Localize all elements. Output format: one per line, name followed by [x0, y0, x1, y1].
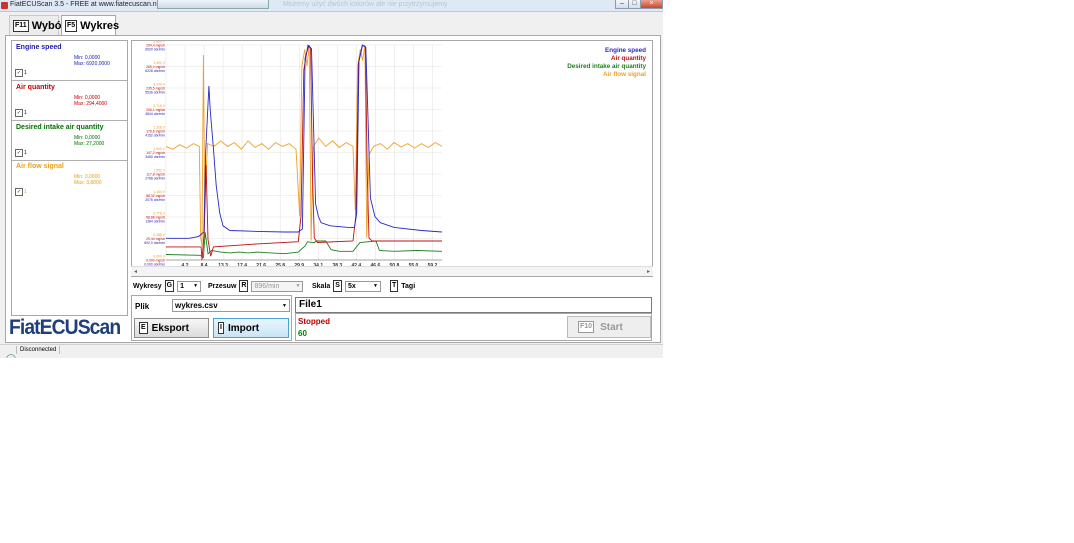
connection-status: Disconnected — [16, 346, 61, 354]
sample-count: 60 — [298, 329, 307, 338]
close-button[interactable]: × — [640, 0, 663, 9]
import-button[interactable]: I Import — [213, 318, 289, 338]
start-label: Start — [600, 321, 623, 333]
tab-wybor[interactable]: F11 Wybór — [9, 15, 66, 35]
y-tick-label: 5536 obr/min — [145, 91, 165, 95]
skala-label: Skala — [312, 282, 331, 290]
chevron-down-icon: ▼ — [373, 283, 378, 289]
start-key: F10 — [578, 321, 595, 333]
skala-key: S — [333, 280, 342, 292]
scroll-right-arrow-icon[interactable]: ▸ — [647, 268, 650, 275]
y-tick-label: 3460 obr/min — [145, 155, 165, 159]
scroll-left-arrow-icon[interactable]: ◂ — [134, 268, 137, 275]
signal-axis-number: 1 — [24, 189, 27, 195]
plik-select[interactable]: wykres.csv ▼ — [172, 299, 290, 312]
chevron-down-icon: ▼ — [193, 283, 199, 289]
series-line-desired-intake-air-quantity — [165, 232, 443, 259]
import-label: Import — [227, 322, 260, 334]
wykresy-key: G — [164, 280, 175, 292]
eksport-button[interactable]: E Eksport — [134, 318, 209, 338]
status-text: Stopped — [298, 317, 330, 326]
wykresy-label: Wykresy — [133, 282, 162, 290]
wykresy-select[interactable]: 1 ▼ — [177, 280, 202, 292]
tab-wykres-key: F5 — [65, 20, 78, 32]
connection-icon — [6, 354, 16, 358]
przesuw-select[interactable]: 896/min ▼ — [251, 280, 304, 292]
przesuw-key: R — [239, 280, 249, 292]
y-tick-label: 6228 obr/min — [145, 69, 165, 73]
tab-wykres[interactable]: F5 Wykres — [61, 15, 120, 36]
chart-horizontal-scrollbar[interactable]: ◂ ▸ — [131, 266, 653, 276]
tagi-key: T — [390, 280, 399, 292]
przesuw-label: Przesuw — [208, 282, 237, 290]
plik-label: Plik — [135, 302, 150, 311]
signal-checkbox[interactable]: ✓ — [15, 69, 23, 77]
signal-desired-intake-air-quantity[interactable]: Desired intake air quantity Min: 0,0000 … — [12, 121, 127, 161]
signal-name: Air flow signal — [16, 163, 64, 170]
y-tick-label: 2768 obr/min — [145, 177, 165, 181]
tagi-control[interactable]: T Tagi — [390, 279, 415, 293]
app-icon — [1, 2, 8, 9]
wykresy-control: Wykresy G 1 ▼ — [133, 279, 202, 293]
y-tick-label: 4152 obr/min — [145, 134, 165, 138]
session-status-panel: Stopped 60 F10 Start — [295, 313, 652, 341]
chevron-down-icon: ▼ — [295, 283, 301, 289]
signal-name: Air quantity — [16, 84, 55, 91]
start-button[interactable]: F10 Start — [567, 316, 651, 338]
session-name-field[interactable]: File1 — [295, 297, 652, 313]
signal-air-quantity[interactable]: Air quantity Min: 0,0000 Max: 294,4000 ✓… — [12, 81, 127, 121]
signal-engine-speed[interactable]: Engine speed Min: 0,0000 Max: 6920,0000 … — [12, 41, 127, 81]
signal-axis-number: 1 — [24, 150, 27, 156]
chart-area[interactable]: 4,2 8,4 13,3 17,4 21,6 25,8 29,9 34,1 38,3 42,4 46… — [131, 40, 653, 277]
signal-max: Max: 27,2000 — [74, 141, 105, 147]
signal-air-flow-signal[interactable]: Air flow signal Min: 0,0000 Max: 3,8800 … — [12, 160, 127, 199]
tagi-label: Tagi — [401, 282, 416, 290]
y-tick-label: 692,0 obr/min — [144, 241, 165, 245]
import-key: I — [218, 322, 224, 334]
y-tick-label: 6920 obr/min — [145, 48, 165, 52]
legend-entry: Air flow signal — [603, 71, 646, 78]
legend-entry: Desired intake air quantity — [567, 63, 646, 70]
eksport-key: E — [139, 322, 148, 334]
y-tick-label: 2076 obr/min — [145, 198, 165, 202]
signal-max: Max: 294,4000 — [74, 101, 108, 107]
przesuw-value: 896/min — [254, 282, 280, 290]
skala-select[interactable]: 5x ▼ — [344, 280, 381, 292]
chevron-down-icon: ▼ — [282, 302, 287, 309]
eksport-label: Eksport — [151, 322, 189, 334]
tab-wybor-key: F11 — [13, 19, 29, 32]
app-logo: FiatECUScan — [9, 316, 121, 339]
wykresy-value: 1 — [180, 282, 185, 290]
legend-entry: Engine speed — [605, 47, 646, 54]
tab-wykres-label: Wykres — [80, 20, 120, 32]
file-panel: Plik wykres.csv ▼ E Eksport I Import — [131, 295, 292, 341]
signal-name: Engine speed — [16, 44, 62, 51]
signal-name: Desired intake air quantity — [16, 124, 104, 131]
status-bar: Disconnected — [0, 344, 663, 358]
title-banner: Możemy użyć dwóch kolorów ale nie przytr… — [283, 1, 448, 8]
signal-axis-number: 1 — [24, 110, 27, 116]
signal-checkbox[interactable]: ✓ — [15, 149, 23, 157]
signal-axis-number: 1 — [24, 70, 27, 76]
title-center-button[interactable] — [157, 0, 269, 9]
skala-value: 5x — [347, 282, 356, 290]
signal-checkbox[interactable]: ✓ — [15, 109, 23, 117]
przesuw-control: Przesuw R 896/min ▼ — [208, 279, 304, 293]
chart-svg[interactable]: 4,2 8,4 13,3 17,4 21,6 25,8 29,9 34,1 38,3 42,4 46… — [132, 41, 652, 267]
signal-max: Max: 3,8800 — [74, 180, 102, 186]
app-window: FiatECUScan 3.5 - FREE at www.fiatecusca… — [0, 0, 663, 358]
title-bar: FiatECUScan 3.5 - FREE at www.fiatecusca… — [0, 0, 663, 12]
signal-checkbox[interactable]: ✓ — [15, 188, 23, 196]
signal-max: Max: 6920,0000 — [74, 61, 110, 67]
plik-value: wykres.csv — [175, 301, 218, 310]
skala-control: Skala S 5x ▼ — [312, 279, 381, 293]
y-tick-label: 1384 obr/min — [145, 220, 165, 224]
minimize-button[interactable]: – — [615, 0, 629, 9]
signal-list: Engine speed Min: 0,0000 Max: 6920,0000 … — [11, 40, 128, 316]
y-tick-label: 4844 obr/min — [145, 112, 165, 116]
legend-entry: Air quantity — [611, 55, 646, 62]
window-title: FiatECUScan 3.5 - FREE at www.fiatecusca… — [10, 1, 163, 8]
